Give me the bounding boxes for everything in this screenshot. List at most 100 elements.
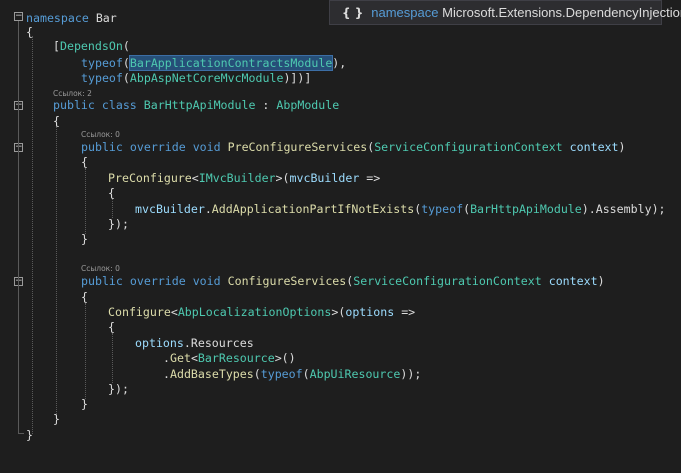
code-editor[interactable]: − − − − namespace Bar { [DependsOn( type… xyxy=(0,0,681,473)
punct: >( xyxy=(275,171,290,185)
tooltip-keyword: namespace xyxy=(371,5,439,20)
type-name: AbpAspNetCoreMvcModule xyxy=(129,71,284,85)
code-line[interactable]: }); xyxy=(108,216,129,232)
base-type: AbpModule xyxy=(276,98,340,112)
punct: . xyxy=(163,351,170,365)
punct: }); xyxy=(108,217,129,231)
code-line[interactable]: [DependsOn( xyxy=(53,38,130,54)
attribute-name: DependsOn xyxy=(59,39,123,53)
code-line[interactable]: options.Resources xyxy=(135,335,254,351)
code-line[interactable]: .Get<BarResource>() xyxy=(163,350,296,366)
collapse-namespace-icon[interactable]: − xyxy=(14,12,23,21)
code-line[interactable]: PreConfigure<IMvcBuilder>(mvcBuilder => xyxy=(108,170,380,186)
brace: } xyxy=(26,428,33,442)
code-line[interactable]: { xyxy=(81,154,88,170)
method-name: AddApplicationPartIfNotExists xyxy=(211,202,415,216)
keyword: public xyxy=(81,274,123,288)
code-line[interactable]: { xyxy=(53,113,60,129)
punct: => xyxy=(359,171,381,185)
keyword: typeof xyxy=(260,367,303,381)
keyword: public xyxy=(53,98,95,112)
punct: )); xyxy=(400,367,422,381)
method-name: ConfigureServices xyxy=(227,274,347,288)
punct: >() xyxy=(274,351,296,365)
code-line[interactable]: { xyxy=(81,289,88,305)
punct: ).Assembly); xyxy=(581,202,666,216)
brace: { xyxy=(108,186,115,200)
punct: ) xyxy=(618,140,626,154)
indent-guide xyxy=(112,333,113,383)
punct: ( xyxy=(122,71,130,85)
keyword: override xyxy=(129,274,186,288)
type-name: AbpUiResource xyxy=(309,367,401,381)
punct: ) xyxy=(597,274,605,288)
fold-line xyxy=(18,21,19,433)
punct: < xyxy=(170,305,178,319)
punct: . xyxy=(204,202,212,216)
code-line[interactable]: public override void PreConfigureService… xyxy=(81,139,626,155)
brace: { xyxy=(53,114,60,128)
brace: } xyxy=(81,397,88,411)
punct: [ xyxy=(53,39,60,53)
method-name: Get xyxy=(169,351,191,365)
punct: < xyxy=(191,171,199,185)
code-line[interactable]: public class BarHttpApiModule : AbpModul… xyxy=(53,97,339,113)
type-name: BarResource xyxy=(197,351,275,365)
variable: options xyxy=(135,336,184,350)
namespace-icon: { } xyxy=(342,6,364,20)
code-line[interactable]: typeof(BarApplicationContractsModule), xyxy=(81,55,346,71)
indent-guide xyxy=(85,303,86,399)
punct: ( xyxy=(122,39,130,53)
code-line[interactable]: { xyxy=(26,24,33,40)
code-line[interactable]: { xyxy=(108,319,115,335)
code-line[interactable]: } xyxy=(53,411,60,427)
keyword: class xyxy=(101,98,137,112)
indent-guide xyxy=(112,198,113,218)
code-line[interactable]: } xyxy=(81,231,88,247)
keyword: public xyxy=(81,140,123,154)
code-line[interactable]: public override void ConfigureServices(S… xyxy=(81,273,605,289)
method-name: Configure xyxy=(108,305,171,319)
code-line[interactable]: } xyxy=(81,396,88,412)
code-line[interactable]: Configure<AbpLocalizationOptions>(option… xyxy=(108,304,415,320)
code-line[interactable]: .AddBaseTypes(typeof(AbpUiResource)); xyxy=(163,366,421,382)
punct: ( xyxy=(122,56,130,70)
variable: mvcBuilder xyxy=(135,202,205,216)
brace: { xyxy=(26,25,33,39)
brace: { xyxy=(81,155,88,169)
punct: ( xyxy=(302,367,310,381)
selected-type[interactable]: BarApplicationContractsModule xyxy=(128,55,334,71)
param-name: options xyxy=(345,305,395,319)
code-line[interactable]: mvcBuilder.AddApplicationPartIfNotExists… xyxy=(135,201,666,217)
indent-guide xyxy=(32,36,33,434)
punct: < xyxy=(190,351,198,365)
namespace-tooltip: { } namespace Microsoft.Extensions.Depend… xyxy=(329,0,681,25)
brace: } xyxy=(53,412,60,426)
fold-end xyxy=(18,433,24,434)
brace: { xyxy=(108,320,115,334)
keyword: override xyxy=(129,140,186,154)
punct: . xyxy=(163,367,170,381)
code-line[interactable]: namespace Bar xyxy=(26,10,117,26)
code-line[interactable]: }); xyxy=(108,381,129,397)
indent-guide xyxy=(85,168,86,234)
keyword: typeof xyxy=(81,71,123,85)
namespace-name: Bar xyxy=(95,11,117,25)
code-line[interactable]: } xyxy=(26,427,33,443)
method-name: AddBaseTypes xyxy=(169,367,254,381)
param-name: mvcBuilder xyxy=(289,171,360,185)
keyword: typeof xyxy=(421,202,464,216)
code-line[interactable]: typeof(AbpAspNetCoreMvcModule)])] xyxy=(81,70,311,86)
punct: : xyxy=(255,98,277,112)
punct: ), xyxy=(332,56,347,70)
keyword: void xyxy=(192,274,221,288)
method-name: PreConfigure xyxy=(108,171,192,185)
param-type: ServiceConfigurationContext xyxy=(353,274,542,288)
param-name: context xyxy=(569,140,619,154)
punct: }); xyxy=(108,382,129,396)
property: .Resources xyxy=(183,336,254,350)
punct: ( xyxy=(253,367,261,381)
code-line[interactable]: { xyxy=(108,185,115,201)
keyword: void xyxy=(192,140,221,154)
method-name: PreConfigureServices xyxy=(227,140,368,154)
